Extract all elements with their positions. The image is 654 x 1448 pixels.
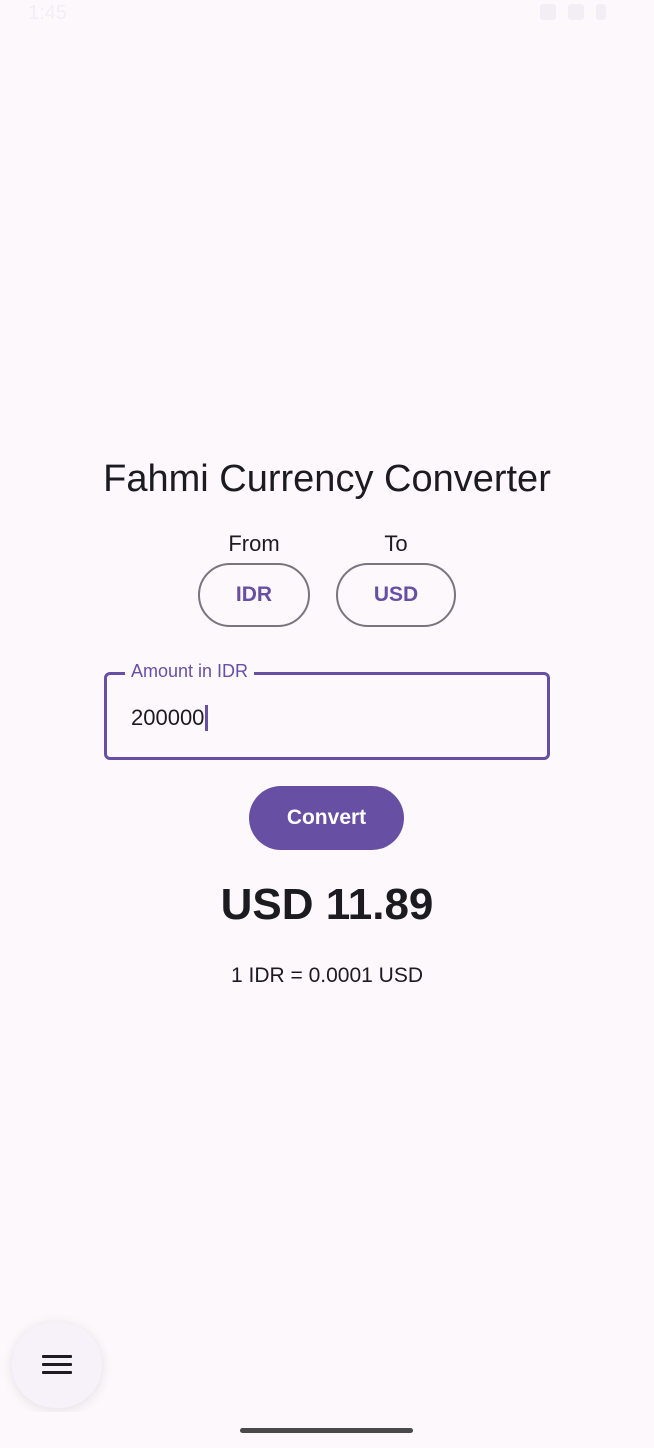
app-screen: 1:45 Fahmi Currency Converter From To ID…	[0, 0, 654, 1448]
status-bar: 1:45	[0, 0, 654, 28]
converted-result: USD 11.89	[220, 880, 434, 929]
to-currency-button[interactable]: USD	[336, 563, 456, 627]
text-cursor	[205, 705, 209, 731]
amount-input-value: 200000	[131, 705, 205, 730]
home-indicator[interactable]	[240, 1428, 413, 1433]
status-time: 1:45	[28, 2, 67, 24]
wifi-icon	[540, 4, 556, 20]
exchange-rate: 1 IDR = 0.0001 USD	[230, 964, 423, 987]
convert-button[interactable]: Convert	[249, 786, 404, 850]
menu-fab[interactable]	[12, 1322, 102, 1408]
from-label: From	[228, 531, 280, 556]
battery-icon	[596, 4, 606, 20]
amount-field[interactable]: Amount in IDR 200000	[104, 661, 550, 760]
to-label: To	[384, 531, 408, 556]
from-currency-button[interactable]: IDR	[198, 563, 310, 627]
amount-input[interactable]: 200000	[131, 705, 209, 731]
page-title: Fahmi Currency Converter	[103, 458, 551, 500]
amount-field-label: Amount in IDR	[125, 661, 255, 682]
menu-icon	[42, 1355, 72, 1375]
signal-icon	[568, 4, 584, 20]
